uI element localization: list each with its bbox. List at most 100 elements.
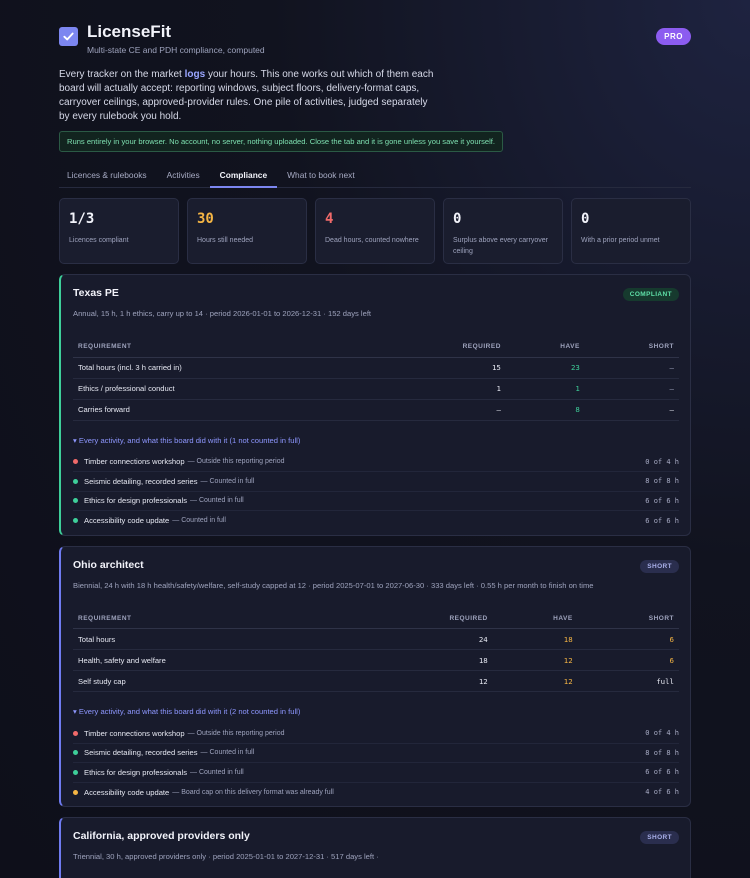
activity-name: Ethics for design professionals: [84, 496, 187, 506]
activity-hours: 0 of 4 h: [645, 729, 679, 738]
stat-label: Dead hours, counted nowhere: [325, 237, 419, 244]
status-badge: SHORT: [640, 559, 679, 573]
app-root: LicenseFit Multi-state CE and PDH compli…: [59, 0, 691, 878]
activity-note: — Outside this reporting period: [187, 729, 285, 737]
activity-name: Timber connections workshop: [84, 457, 185, 467]
activities-toggle[interactable]: ▾ Every activity, and what this board di…: [73, 707, 679, 719]
activity-name: Accessibility code update: [84, 516, 170, 526]
activity-hours: 6 of 6 h: [645, 496, 679, 505]
tab-activities[interactable]: Activities: [157, 167, 210, 188]
table-row: Total hours (incl. 3 h carried in) 15 23…: [73, 357, 679, 379]
table-row: Carries forward – 8 –: [73, 399, 679, 421]
activity-note: — Outside this reporting period: [187, 458, 285, 466]
card-title: Ohio architect: [73, 558, 144, 571]
activity-hours: 6 of 6 h: [645, 768, 679, 777]
stat-value: 1/3: [69, 211, 95, 227]
cell-required: –: [376, 399, 506, 421]
stat-label: With a prior period unmet: [581, 237, 660, 244]
list-item: Ethics for design professionals — Counte…: [73, 492, 679, 511]
activity-note: — Board cap on this delivery format was …: [172, 788, 334, 796]
cell-have: 1: [505, 378, 585, 400]
privacy-notice: Runs entirely in your browser. No accoun…: [59, 131, 504, 152]
col-short: SHORT: [584, 337, 679, 358]
card-meta: Annual, 15 h, 1 h ethics, carry up to 14…: [73, 309, 372, 318]
stats-row: 1/3 Licences compliant 30 Hours still ne…: [59, 198, 691, 264]
activity-name: Timber connections workshop: [84, 728, 185, 738]
stat-card: 4 Dead hours, counted nowhere: [315, 198, 435, 264]
cell-have: 8: [505, 399, 585, 421]
cell-requirement: Ethics / professional conduct: [73, 378, 377, 400]
tab-bar: Licences & rulebooks Activities Complian…: [59, 167, 691, 188]
activity-list: Timber connections workshop — Outside th…: [73, 724, 679, 806]
licence-card-california: California, approved providers only SHOR…: [59, 817, 691, 878]
list-item: Accessibility code update — Counted in f…: [73, 511, 679, 531]
list-item: Seismic detailing, recorded series — Cou…: [73, 472, 679, 492]
cell-have: 12: [492, 649, 578, 671]
tab-what-to-book[interactable]: What to book next: [277, 167, 365, 188]
status-badge: COMPLIANT: [622, 288, 679, 301]
cell-required: 24: [353, 628, 493, 650]
activity-note: — Counted in full: [190, 497, 244, 505]
cell-short: 6: [577, 628, 679, 650]
cell-required: 15: [376, 357, 506, 379]
status-badge: SHORT: [640, 831, 679, 844]
activity-name: Seismic detailing, recorded series: [84, 476, 198, 486]
cell-requirement: Total hours (incl. 3 h carried in): [73, 357, 377, 379]
licence-card-ohio: Ohio architect SHORT Biennial, 24 h with…: [59, 545, 691, 807]
cell-short: –: [584, 378, 679, 400]
col-requirement: REQUIREMENT: [73, 608, 354, 629]
activity-name: Ethics for design professionals: [84, 767, 187, 777]
cell-required: 18: [353, 649, 493, 671]
col-have: HAVE: [505, 337, 585, 358]
col-required: REQUIRED: [353, 608, 493, 629]
stat-card: 1/3 Licences compliant: [59, 198, 179, 264]
pro-badge[interactable]: PRO: [656, 28, 691, 45]
app-title: LicenseFit: [87, 22, 172, 41]
stat-value: 0: [581, 211, 590, 227]
card-title: Texas PE: [73, 287, 119, 299]
list-item: Ethics for design professionals — Counte…: [73, 763, 679, 783]
list-item: Accessibility code update — Board cap on…: [73, 783, 679, 803]
activity-hours: 8 of 8 h: [645, 477, 679, 486]
app-subtitle: Multi-state CE and PDH compliance, compu…: [87, 45, 265, 55]
status-dot-icon: [73, 518, 78, 524]
stat-card: 0 Surplus above every carryover ceiling: [443, 198, 563, 264]
status-dot-icon: [73, 789, 78, 795]
status-dot-icon: [73, 769, 78, 775]
tab-licences[interactable]: Licences & rulebooks: [59, 167, 157, 188]
activity-note: — Counted in full: [172, 517, 226, 525]
cell-short: full: [577, 670, 679, 692]
status-dot-icon: [73, 730, 78, 736]
checkbox-logo-icon: [59, 27, 78, 46]
table-row: Ethics / professional conduct 1 1 –: [73, 378, 679, 400]
requirements-table: REQUIREMENT REQUIRED HAVE SHORT Total ho…: [73, 608, 679, 692]
table-row: Total hours 24 18 6: [73, 628, 679, 650]
cell-short: –: [584, 399, 679, 421]
card-meta: Triennial, 30 h, approved providers only…: [73, 852, 379, 861]
activity-name: Accessibility code update: [84, 787, 170, 797]
activity-hours: 6 of 6 h: [645, 516, 679, 525]
stat-label: Hours still needed: [197, 237, 254, 244]
header: LicenseFit Multi-state CE and PDH compli…: [59, 0, 691, 62]
tab-compliance[interactable]: Compliance: [209, 167, 278, 188]
cell-requirement: Health, safety and welfare: [73, 649, 354, 671]
table-row: Self study cap 12 12 full: [73, 670, 679, 692]
cell-short: –: [584, 357, 679, 379]
stat-card: 30 Hours still needed: [187, 198, 307, 264]
requirements-table: REQUIREMENT REQUIRED HAVE SHORT Total ho…: [73, 337, 679, 421]
status-dot-icon: [73, 459, 78, 465]
activity-note: — Counted in full: [190, 768, 244, 776]
activity-hours: 8 of 8 h: [645, 748, 679, 757]
stat-label: Licences compliant: [69, 237, 129, 244]
activity-hours: 0 of 4 h: [645, 457, 679, 466]
activity-name: Seismic detailing, recorded series: [84, 748, 198, 758]
col-requirement: REQUIREMENT: [73, 337, 377, 358]
cell-requirement: Self study cap: [73, 670, 354, 692]
activities-toggle[interactable]: ▾ Every activity, and what this board di…: [73, 436, 679, 448]
cell-required: 12: [353, 670, 493, 692]
cell-requirement: Carries forward: [73, 399, 377, 421]
activity-list: Timber connections workshop — Outside th…: [73, 453, 679, 535]
status-dot-icon: [73, 498, 78, 504]
stat-value: 30: [197, 211, 214, 227]
intro-text: Every tracker on the market logs your ho…: [59, 68, 439, 124]
